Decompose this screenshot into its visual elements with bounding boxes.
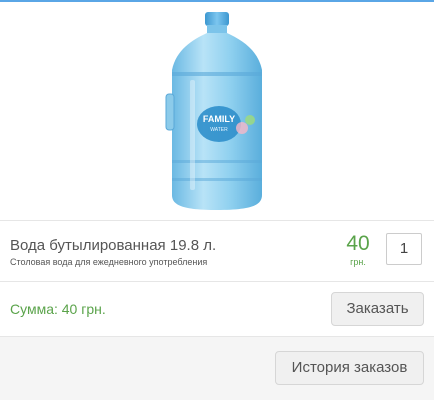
order-sum: Сумма: 40 грн. (10, 301, 106, 317)
order-history-button[interactable]: История заказов (275, 351, 424, 385)
bottle-logo-text: FAMILY (203, 114, 235, 124)
product-description: Столовая вода для ежедневного употреблен… (10, 257, 208, 267)
footer-bar: История заказов (0, 337, 434, 400)
product-row: Вода бутылированная 19.8 л. Столовая вод… (0, 221, 434, 281)
order-button[interactable]: Заказать (331, 292, 424, 326)
quantity-input[interactable]: 1 (386, 233, 422, 265)
water-bottle-image: FAMILY WATER (165, 12, 262, 210)
product-image-area: FAMILY WATER (0, 2, 434, 220)
product-price: 40 (346, 232, 370, 255)
summary-row: Сумма: 40 грн. Заказать (0, 282, 434, 336)
price-currency: грн. (350, 257, 366, 267)
bottle-logo-subtext: WATER (210, 127, 228, 133)
product-name: Вода бутылированная 19.8 л. (10, 237, 217, 254)
